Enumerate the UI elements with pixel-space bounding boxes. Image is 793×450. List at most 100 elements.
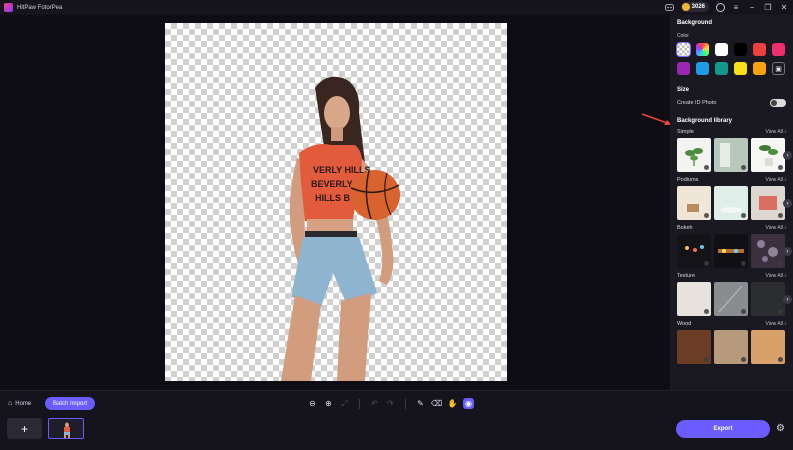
hand-icon[interactable]: ✋ [447,398,458,409]
download-icon [778,309,783,314]
canvas-area: VERLY HILLS BEVERLY HILLS B [0,15,670,390]
library-category-bokeh: Bokeh View All › › [677,225,792,268]
background-thumbnail[interactable] [751,186,785,220]
svg-text:BEVERLY: BEVERLY [311,179,353,189]
download-icon [704,357,709,362]
download-icon [704,165,709,170]
download-icon [778,165,783,170]
toolbar-divider [359,398,360,409]
bottom-bar: ⌂ Home Batch Import ⊖ ⊕ ⤢ ↶ ↷ ✎ ⌫ ✋ ◉ + … [0,390,793,450]
svg-text:HILLS B: HILLS B [315,193,350,203]
background-thumbnail[interactable] [751,234,785,268]
credits-badge[interactable]: 3026 [680,2,709,12]
download-icon [741,165,746,170]
swatch-color[interactable] [772,43,785,56]
color-label: Color [677,33,689,39]
close-icon[interactable]: ✕ [779,2,789,12]
app-window: HitPaw FotorPea 3026 ≡ − ❐ ✕ VERLY HILLS… [0,0,793,450]
library-category-wood: Wood View All › [677,321,786,364]
create-id-photo-label: Create ID Photo [677,100,717,106]
swatch-color[interactable] [715,43,728,56]
user-icon[interactable] [715,2,725,12]
eraser-icon[interactable]: ⌫ [431,398,442,409]
toolbar: ⊖ ⊕ ⤢ ↶ ↷ ✎ ⌫ ✋ ◉ [307,398,474,409]
chevron-right-icon[interactable]: › [783,151,792,160]
background-thumbnail[interactable] [751,138,785,172]
category-title: Bokeh [677,225,693,231]
download-icon [778,213,783,218]
app-title: HitPaw FotorPea [17,4,63,11]
view-all-link[interactable]: View All › [766,225,786,231]
background-thumbnail[interactable] [751,282,785,316]
swatch-color[interactable] [753,62,766,75]
image-thumbnail[interactable] [48,418,84,439]
background-thumbnail[interactable] [677,186,711,220]
download-icon [778,357,783,362]
background-thumbnail[interactable] [714,138,748,172]
swatch-custom-color[interactable] [696,43,709,56]
swatch-color[interactable] [734,43,747,56]
category-title: Texture [677,273,696,279]
background-thumbnail[interactable] [677,282,711,316]
ai-select-icon[interactable]: ◉ [463,398,474,409]
download-icon [778,261,783,266]
redo-icon[interactable]: ↷ [385,398,396,409]
swatch-color[interactable] [734,62,747,75]
category-title: Podiums [677,177,699,183]
download-icon [704,213,709,218]
swatch-color[interactable] [677,62,690,75]
background-thumbnail[interactable] [714,186,748,220]
chevron-right-icon[interactable]: › [783,247,792,256]
color-swatches: ▣ [676,42,786,75]
background-thumbnail[interactable] [714,330,748,364]
home-label: Home [15,400,32,407]
zoom-out-icon[interactable]: ⊖ [307,398,318,409]
swatch-transparent[interactable] [676,42,691,57]
export-button[interactable]: Export [676,420,770,438]
category-title: Wood [677,321,692,327]
discord-icon[interactable] [665,2,675,12]
library-category-texture: Texture View All › › [677,273,792,316]
create-id-photo-toggle[interactable] [770,99,786,107]
settings-icon[interactable]: ⚙ [776,423,785,434]
image-upload-icon[interactable]: ▣ [772,62,785,75]
menu-icon[interactable]: ≡ [731,2,741,12]
chevron-right-icon[interactable]: › [783,199,792,208]
background-thumbnail[interactable] [714,234,748,268]
fit-icon[interactable]: ⤢ [339,398,350,409]
background-thumbnail[interactable] [714,282,748,316]
background-thumbnail[interactable] [677,330,711,364]
coin-icon [681,3,690,11]
background-thumbnail[interactable] [677,234,711,268]
chevron-right-icon[interactable]: › [783,295,792,304]
download-icon [704,261,709,266]
background-thumbnail[interactable] [751,330,785,364]
add-image-button[interactable]: + [7,418,42,439]
brush-icon[interactable]: ✎ [415,398,426,409]
view-all-link[interactable]: View All › [766,129,786,135]
library-category-simple: Simple View All › › [677,129,792,172]
transparent-canvas[interactable]: VERLY HILLS BEVERLY HILLS B [165,23,507,381]
view-all-link[interactable]: View All › [766,177,786,183]
batch-import-button[interactable]: Batch Import [45,397,95,410]
swatch-color[interactable] [753,43,766,56]
zoom-in-icon[interactable]: ⊕ [323,398,334,409]
category-title: Simple [677,129,694,135]
view-all-link[interactable]: View All › [766,273,786,279]
undo-icon[interactable]: ↶ [369,398,380,409]
home-icon: ⌂ [8,400,13,407]
view-all-link[interactable]: View All › [766,321,786,327]
swatch-color[interactable] [715,62,728,75]
svg-text:VERLY HILLS: VERLY HILLS [313,165,371,175]
download-icon [704,309,709,314]
minimize-icon[interactable]: − [747,2,757,12]
swatch-color[interactable] [696,62,709,75]
home-button[interactable]: ⌂ Home [8,400,31,407]
title-bar: HitPaw FotorPea 3026 ≡ − ❐ ✕ [0,0,793,15]
toolbar-divider [405,398,406,409]
maximize-icon[interactable]: ❐ [763,2,773,12]
background-thumbnail[interactable] [677,138,711,172]
download-icon [741,213,746,218]
library-section-title: Background library [677,118,733,124]
download-icon [741,309,746,314]
